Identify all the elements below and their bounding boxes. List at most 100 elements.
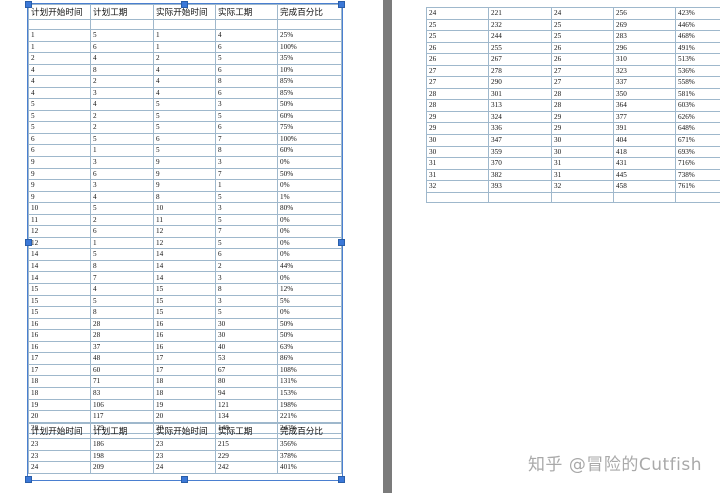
table-cell[interactable]: 29 — [426, 122, 489, 135]
table-cell[interactable]: 14 — [153, 259, 216, 273]
table-cell[interactable]: 86% — [277, 352, 342, 365]
table-cell[interactable] — [675, 191, 720, 203]
table-cell[interactable]: 3 — [90, 156, 154, 169]
table-cell[interactable]: 80% — [277, 202, 342, 215]
table-cell[interactable]: 256 — [613, 7, 676, 20]
table-cell[interactable]: 378% — [277, 449, 342, 463]
table-cell[interactable]: 337 — [613, 76, 676, 89]
table-cell[interactable]: 25 — [426, 18, 489, 32]
table-cell[interactable]: 50% — [277, 329, 342, 342]
table-cell[interactable] — [613, 191, 676, 203]
table-cell[interactable]: 648% — [675, 122, 720, 135]
table-cell[interactable]: 209 — [90, 461, 154, 474]
table-cell[interactable]: 17 — [153, 352, 216, 365]
table-cell[interactable]: 0% — [277, 271, 342, 285]
table-cell[interactable]: 4 — [90, 98, 154, 111]
table-cell[interactable]: 26 — [426, 53, 489, 66]
table-cell[interactable] — [28, 19, 91, 30]
table-cell[interactable]: 26 — [551, 41, 614, 55]
table-cell[interactable]: 60 — [90, 363, 154, 377]
table-cell[interactable]: 9 — [28, 156, 91, 169]
table-cell[interactable]: 16 — [28, 340, 91, 354]
table-cell[interactable]: 229 — [215, 449, 278, 463]
table-cell[interactable]: 24 — [426, 7, 489, 20]
table-cell[interactable]: 10 — [28, 202, 91, 215]
table-cell[interactable]: 48 — [90, 352, 154, 365]
table-cell[interactable]: 16 — [28, 329, 91, 342]
table-cell[interactable]: 558% — [675, 76, 720, 89]
table-cell[interactable]: 1 — [215, 179, 278, 192]
table-cell[interactable]: 9 — [153, 179, 216, 192]
table-cell[interactable]: 603% — [675, 99, 720, 112]
table-cell[interactable]: 0% — [277, 248, 342, 261]
table-cell[interactable]: 16 — [153, 340, 216, 354]
table-cell[interactable]: 6 — [28, 132, 91, 146]
table-cell[interactable]: 6 — [28, 144, 91, 157]
table-cell[interactable]: 536% — [675, 64, 720, 78]
table-cell[interactable]: 24 — [28, 461, 91, 474]
table-cell[interactable]: 8 — [215, 283, 278, 296]
table-cell[interactable]: 0% — [277, 156, 342, 169]
table-cell[interactable]: 28 — [551, 99, 614, 112]
table-cell[interactable]: 2 — [90, 75, 154, 88]
table-cell[interactable]: 100% — [277, 40, 342, 54]
table-cell[interactable]: 35% — [277, 52, 342, 65]
table-cell[interactable]: 31 — [551, 168, 614, 182]
table-cell[interactable]: 232 — [488, 18, 552, 32]
table-cell[interactable]: 29 — [426, 110, 489, 124]
table-cell[interactable]: 40 — [215, 340, 278, 354]
table-cell[interactable]: 37 — [90, 340, 154, 354]
table-cell[interactable]: 4 — [215, 29, 278, 42]
table-cell[interactable]: 215 — [215, 438, 278, 451]
table-cell[interactable]: 4 — [90, 283, 154, 296]
table-cell[interactable]: 5 — [215, 213, 278, 227]
table-cell[interactable]: 6 — [215, 248, 278, 261]
table-cell[interactable]: 2 — [28, 52, 91, 65]
table-cell[interactable]: 30 — [426, 134, 489, 147]
table-cell[interactable]: 716% — [675, 157, 720, 170]
table-cell[interactable]: 44% — [277, 259, 342, 273]
table-cell[interactable]: 356% — [277, 438, 342, 451]
table-cell[interactable]: 2 — [90, 109, 154, 123]
table-cell[interactable]: 221% — [277, 410, 342, 423]
table-cell[interactable]: 6 — [90, 167, 154, 181]
table-cell[interactable]: 18 — [153, 386, 216, 400]
table-cell[interactable]: 4 — [28, 75, 91, 88]
table-cell[interactable]: 8 — [153, 190, 216, 204]
table-cell[interactable]: 85% — [277, 86, 342, 100]
table-cell[interactable]: 25 — [551, 18, 614, 32]
table-cell[interactable]: 626% — [675, 110, 720, 124]
table-cell[interactable]: 16 — [153, 317, 216, 331]
table-cell[interactable]: 4 — [153, 63, 216, 77]
table-cell[interactable]: 359 — [488, 145, 552, 159]
table-cell[interactable]: 117 — [90, 410, 154, 423]
table-cell[interactable] — [215, 19, 278, 30]
table-cell[interactable]: 267 — [488, 53, 552, 66]
table-cell[interactable]: 5 — [215, 236, 278, 250]
table-cell[interactable]: 761% — [675, 180, 720, 193]
table-cell[interactable]: 18 — [153, 375, 216, 388]
table-cell[interactable]: 350 — [613, 87, 676, 101]
table-cell[interactable]: 100% — [277, 132, 342, 146]
table-cell[interactable]: 418 — [613, 145, 676, 159]
table-cell[interactable]: 0% — [277, 236, 342, 250]
table-cell[interactable]: 513% — [675, 53, 720, 66]
table-cell[interactable]: 121 — [215, 398, 278, 412]
table-cell[interactable]: 3 — [90, 179, 154, 192]
table-cell[interactable]: 9 — [153, 156, 216, 169]
table-cell[interactable]: 85% — [277, 75, 342, 88]
table-cell[interactable]: 20 — [28, 410, 91, 423]
table-cell[interactable]: 完成百分比 — [277, 4, 342, 20]
table-cell[interactable]: 实际工期 — [215, 4, 278, 20]
table-cell[interactable]: 15 — [153, 283, 216, 296]
table-page-2[interactable]: 24 221 24 256 423% 25 232 25 269 446% 25 244 25 283 46… — [426, 7, 720, 203]
table-cell[interactable]: 16 — [153, 329, 216, 342]
table-cell[interactable]: 244 — [488, 30, 552, 43]
table-cell[interactable]: 3 — [215, 271, 278, 285]
table-cell[interactable]: 29 — [551, 110, 614, 124]
table-cell[interactable]: 431 — [613, 157, 676, 170]
table-cell[interactable]: 28 — [551, 87, 614, 101]
table-cell[interactable]: 4 — [28, 86, 91, 100]
table-cell[interactable]: 2 — [215, 259, 278, 273]
table-cell[interactable]: 5 — [90, 132, 154, 146]
